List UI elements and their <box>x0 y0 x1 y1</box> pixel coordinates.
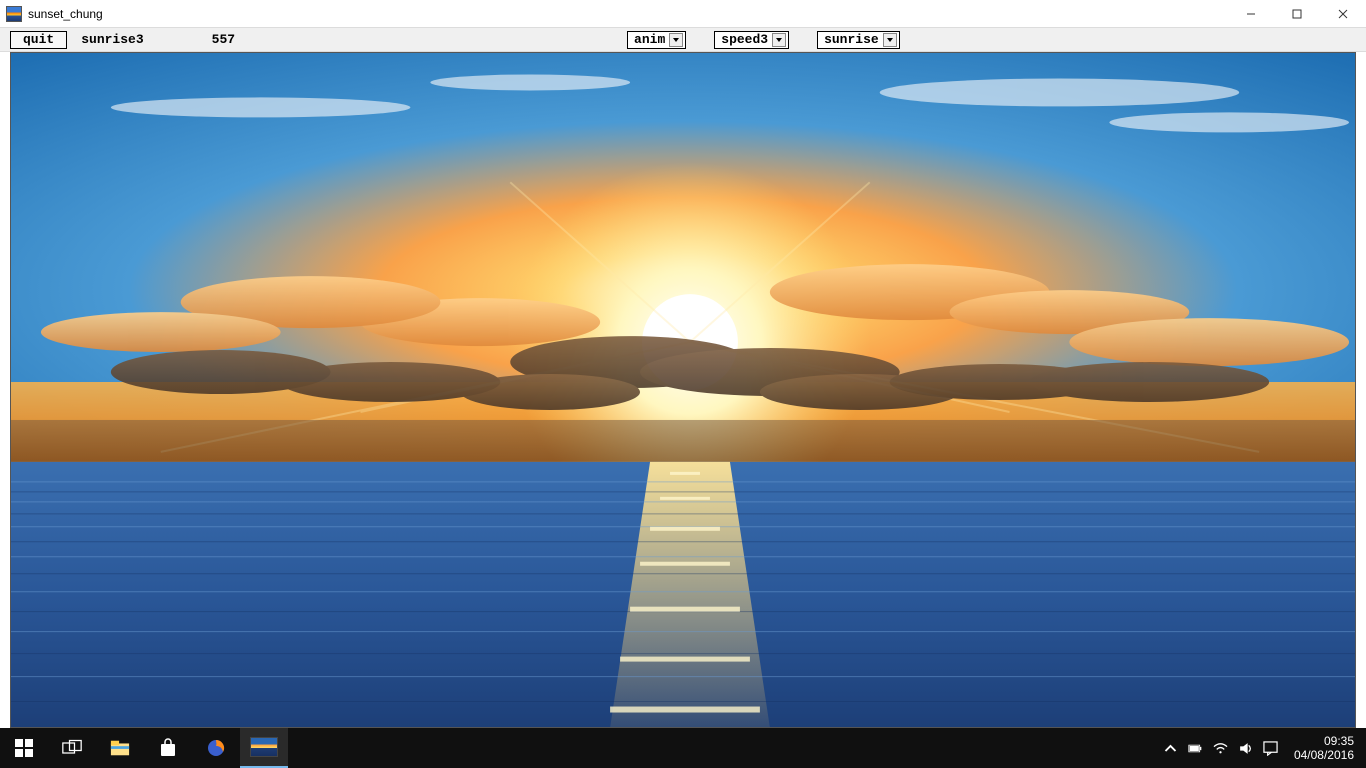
action-center-icon[interactable] <box>1263 741 1278 756</box>
store-icon[interactable] <box>144 728 192 768</box>
scene-select[interactable]: sunrise <box>817 31 900 49</box>
window-controls <box>1228 0 1366 28</box>
clock-date: 04/08/2016 <box>1294 748 1354 762</box>
firefox-icon[interactable] <box>192 728 240 768</box>
quit-button[interactable]: quit <box>10 31 67 49</box>
sunset-image <box>11 53 1355 727</box>
maximize-button[interactable] <box>1274 0 1320 28</box>
counter-value: 557 <box>206 32 241 47</box>
anim-select-value: anim <box>634 32 665 47</box>
sunset-app-taskbar-icon[interactable] <box>240 728 288 768</box>
speed-select-value: speed3 <box>721 32 768 47</box>
close-button[interactable] <box>1320 0 1366 28</box>
tray-chevron-up-icon[interactable] <box>1163 741 1178 756</box>
app-icon <box>6 6 22 22</box>
chevron-down-icon <box>669 33 683 47</box>
titlebar: sunset_chung <box>0 0 1366 28</box>
wifi-icon[interactable] <box>1213 741 1228 756</box>
image-viewport <box>10 52 1356 728</box>
file-explorer-icon[interactable] <box>96 728 144 768</box>
speed-select[interactable]: speed3 <box>714 31 789 49</box>
preset-label: sunrise3 <box>75 32 149 47</box>
chevron-down-icon <box>883 33 897 47</box>
minimize-button[interactable] <box>1228 0 1274 28</box>
anim-select[interactable]: anim <box>627 31 686 49</box>
taskbar-clock[interactable]: 09:35 04/08/2016 <box>1288 734 1360 762</box>
window-title: sunset_chung <box>28 7 103 21</box>
scene-select-value: sunrise <box>824 32 879 47</box>
chevron-down-icon <box>772 33 786 47</box>
clock-time: 09:35 <box>1294 734 1354 748</box>
battery-icon[interactable] <box>1188 741 1203 756</box>
volume-icon[interactable] <box>1238 741 1253 756</box>
taskbar: 09:35 04/08/2016 <box>0 728 1366 768</box>
system-tray[interactable] <box>1163 741 1278 756</box>
start-button[interactable] <box>0 728 48 768</box>
toolbar: quit sunrise3 557 anim speed3 sunrise <box>0 28 1366 52</box>
task-view-button[interactable] <box>48 728 96 768</box>
